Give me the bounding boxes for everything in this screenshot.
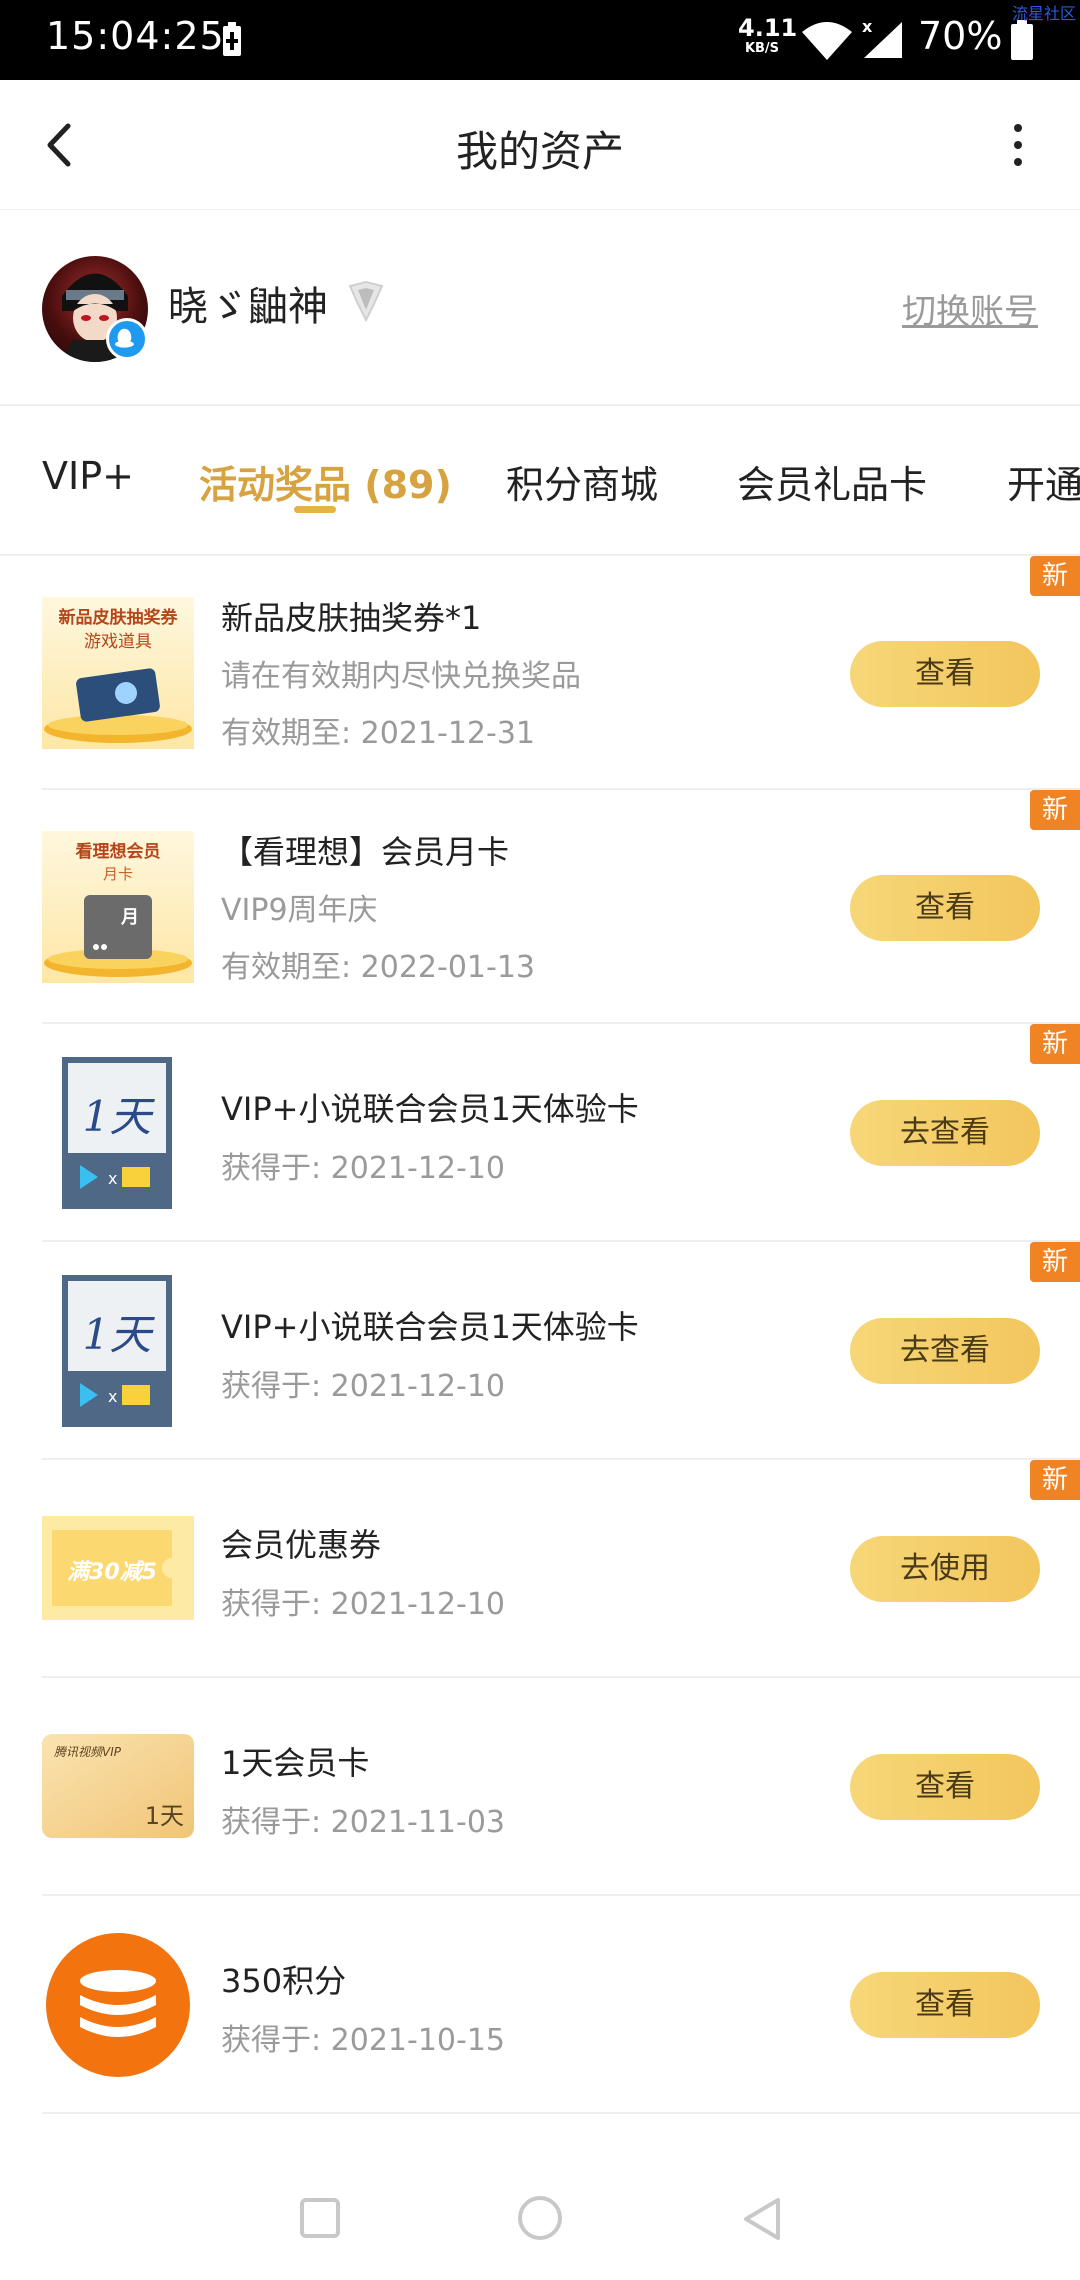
view-button[interactable]: 查看	[850, 1972, 1040, 2038]
item-date: 有效期至: 2021-12-31	[221, 716, 535, 751]
item-date: 获得于: 2021-12-10	[221, 1587, 505, 1622]
list-item[interactable]: 新 x 1天 VIP+小说联合会员1天体验卡 获得于: 2021-12-10 去…	[0, 1024, 1080, 1242]
thumb-label: 月	[120, 907, 139, 928]
thumb-label: 月卡	[103, 865, 133, 883]
item-date: 获得于: 2021-11-03	[221, 1805, 505, 1840]
new-badge: 新	[1030, 790, 1080, 830]
charging-icon	[223, 22, 241, 56]
item-date: 获得于: 2021-12-10	[221, 1151, 505, 1186]
new-badge: 新	[1030, 1024, 1080, 1064]
list-item[interactable]: 新 新品皮肤抽奖券 游戏道具 新品皮肤抽奖券*1 请在有效期内尽快兑换奖品 有效…	[0, 556, 1080, 790]
network-speed-unit: KB/S	[744, 41, 780, 56]
vip-card-icon: 腾讯视频VIP 1天	[42, 1734, 194, 1838]
qq-icon	[106, 318, 148, 360]
divider	[42, 2112, 1080, 2114]
active-tab-indicator	[294, 506, 336, 513]
use-button[interactable]: 去使用	[850, 1536, 1040, 1602]
network-speed: 4.11 KB/S	[738, 14, 798, 56]
thumb-label: 游戏道具	[84, 632, 152, 652]
coupon-icon: 满30减5	[42, 1516, 194, 1620]
system-nav-bar	[0, 2140, 1080, 2280]
new-badge: 新	[1030, 1460, 1080, 1500]
home-icon[interactable]	[518, 2196, 562, 2240]
view-button[interactable]: 查看	[850, 641, 1040, 707]
rank-badge-icon	[348, 280, 384, 323]
go-view-button[interactable]: 去查看	[850, 1100, 1040, 1166]
tab-open[interactable]: 开通	[1007, 454, 1080, 509]
item-date: 有效期至: 2022-01-13	[221, 950, 535, 985]
item-title: 1天会员卡	[221, 1744, 370, 1782]
title-bar: 我的资产	[0, 80, 1080, 210]
list-item[interactable]: 350积分 获得于: 2021-10-15 查看	[0, 1896, 1080, 2114]
thumb-label: 1天	[83, 1092, 156, 1141]
status-bar: 15:04:25 4.11 KB/S x 70% 流星社区	[0, 0, 1080, 80]
coins-icon	[46, 1933, 190, 2077]
item-description: VIP9周年庆	[221, 893, 378, 928]
recent-apps-icon[interactable]	[300, 2198, 340, 2238]
page-title: 我的资产	[455, 127, 624, 176]
thumb-label: 新品皮肤抽奖券	[59, 607, 179, 628]
item-title: 【看理想】会员月卡	[221, 833, 510, 871]
svg-text:x: x	[108, 1169, 117, 1188]
list-item[interactable]: 新 满30减5 会员优惠券 获得于: 2021-12-10 去使用	[0, 1460, 1080, 1678]
trial-card-icon: x 1天	[62, 1275, 172, 1427]
thumb-label: 腾讯视频VIP	[54, 1745, 122, 1759]
svg-text:x: x	[862, 18, 873, 36]
item-title: 新品皮肤抽奖券*1	[221, 599, 482, 637]
list-item[interactable]: 新 月 看理想会员 月卡 【看理想】会员月卡 VIP9周年庆 有效期至: 202…	[0, 790, 1080, 1024]
watermark: 流星社区	[1011, 4, 1076, 23]
profile-section: 晓ゞ鼬神 切换账号	[0, 210, 1080, 406]
network-speed-value: 4.11	[738, 14, 798, 42]
thumb-label: 1天	[145, 1802, 184, 1830]
view-button[interactable]: 查看	[850, 1754, 1040, 1820]
tab-activity-prizes[interactable]: 活动奖品 (89)	[199, 454, 452, 509]
username: 晓ゞ鼬神	[168, 284, 328, 330]
item-title: 350积分	[221, 1962, 347, 2000]
tab-points-mall[interactable]: 积分商城	[506, 454, 658, 509]
item-date: 获得于: 2021-10-15	[221, 2023, 505, 2058]
battery-icon	[1011, 20, 1033, 60]
list-item[interactable]: 腾讯视频VIP 1天 1天会员卡 获得于: 2021-11-03 查看	[0, 1678, 1080, 1896]
item-title: VIP+小说联合会员1天体验卡	[221, 1308, 639, 1346]
thumb-label: 1天	[83, 1310, 156, 1359]
item-title: 会员优惠券	[221, 1526, 382, 1564]
thumb-label: 看理想会员	[75, 841, 161, 862]
battery-percent: 70%	[918, 14, 1003, 58]
tab-vip-plus[interactable]: VIP+	[42, 454, 134, 498]
lottery-ticket-icon: 新品皮肤抽奖券 游戏道具	[42, 597, 194, 749]
item-description: 请在有效期内尽快兑换奖品	[221, 659, 581, 694]
more-options-icon[interactable]	[1000, 120, 1036, 170]
new-badge: 新	[1030, 1242, 1080, 1282]
item-title: VIP+小说联合会员1天体验卡	[221, 1090, 639, 1128]
membership-card-icon: 月 看理想会员 月卡	[42, 831, 194, 983]
tab-gift-card[interactable]: 会员礼品卡	[737, 454, 927, 509]
signal-icon: x	[862, 18, 902, 58]
wifi-icon	[802, 22, 852, 60]
item-date: 获得于: 2021-12-10	[221, 1369, 505, 1404]
status-time: 15:04:25	[46, 14, 225, 58]
svg-text:x: x	[108, 1387, 117, 1406]
category-tabs: VIP+ 活动奖品 (89) 积分商城 会员礼品卡 开通	[0, 406, 1080, 556]
go-view-button[interactable]: 去查看	[850, 1318, 1040, 1384]
nav-back-icon[interactable]	[740, 2196, 784, 2242]
thumb-label: 满30减5	[67, 1560, 157, 1585]
new-badge: 新	[1030, 556, 1080, 596]
list-item[interactable]: 新 x 1天 VIP+小说联合会员1天体验卡 获得于: 2021-12-10 去…	[0, 1242, 1080, 1460]
switch-account-link[interactable]: 切换账号	[902, 284, 1038, 333]
view-button[interactable]: 查看	[850, 875, 1040, 941]
trial-card-icon: x 1天	[62, 1057, 172, 1209]
